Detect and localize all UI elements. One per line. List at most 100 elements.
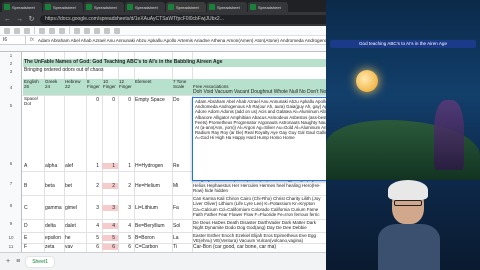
- row-number[interactable]: 2: [0, 61, 22, 66]
- cell-10-finger[interactable]: 3: [102, 205, 118, 211]
- row-number[interactable]: 4: [0, 85, 22, 90]
- zoom-select[interactable]: [39, 27, 45, 34]
- cell-associations[interactable]: De Deus HaDes Death Disaster DarthVader …: [192, 220, 326, 231]
- cell-associations[interactable]: Easter Esther Enoch Ezekiel Elijah Eros …: [192, 233, 326, 243]
- cell-tone[interactable]: Ti: [172, 244, 192, 250]
- row-number[interactable]: 9: [0, 221, 22, 226]
- header-hebrew[interactable]: Hebrew 22: [64, 79, 86, 95]
- cell-greek[interactable]: gamma: [44, 205, 64, 211]
- all-sheets-icon[interactable]: ≡: [16, 258, 20, 265]
- row-number[interactable]: 5: [0, 103, 22, 108]
- cell-10-finger[interactable]: 4: [102, 223, 118, 229]
- cell-hebrew[interactable]: bet: [64, 183, 86, 189]
- cell-element[interactable]: Be=Beryllium: [134, 223, 172, 229]
- header-12-finger[interactable]: 12 Finger: [118, 79, 134, 95]
- browser-tab[interactable]: Spreadsheet: [125, 2, 165, 12]
- row-number[interactable]: 8: [0, 203, 22, 208]
- browser-tab-active[interactable]: Spreadsheet: [166, 2, 206, 12]
- cell-english[interactable]: D: [23, 223, 44, 229]
- cell-12-finger[interactable]: 1: [118, 163, 134, 169]
- cell-tone[interactable]: Fa: [172, 205, 192, 211]
- cell-8-finger[interactable]: 3: [86, 205, 102, 211]
- cell-10-finger[interactable]: 2: [102, 183, 118, 189]
- cell-hebrew[interactable]: alef: [64, 163, 86, 169]
- header-10-finger[interactable]: 10 Finger: [102, 79, 118, 95]
- cell-associations[interactable]: Car-Bon (car good, car bone, car ma): [192, 244, 326, 250]
- cell-associations[interactable]: Can Karma Kali Chiron Cairo (Chi-Rho) Ch…: [192, 196, 326, 218]
- header-english[interactable]: English 26: [23, 79, 44, 95]
- cell-tone[interactable]: Sol: [172, 223, 192, 229]
- header-tone-scale[interactable]: 7 Tone Scale: [172, 79, 192, 95]
- header-greek[interactable]: Greek 24: [44, 79, 64, 95]
- add-sheet-icon[interactable]: +: [6, 258, 10, 265]
- cell-english[interactable]: A: [23, 163, 44, 169]
- cell-hebrew[interactable]: gimel: [64, 205, 86, 211]
- cell-hebrew[interactable]: dalet: [64, 223, 86, 229]
- cell-hebrew[interactable]: vav: [64, 244, 86, 250]
- sheet-subtitle[interactable]: Bringing ordered odors out of chaos: [23, 67, 326, 75]
- name-box[interactable]: I6: [0, 36, 26, 44]
- cell-greek[interactable]: delta: [44, 223, 64, 229]
- browser-tab[interactable]: Spreadsheet: [248, 2, 288, 12]
- bold-icon[interactable]: [74, 27, 80, 34]
- cell-8-finger[interactable]: 2: [86, 183, 102, 189]
- cell-tone[interactable]: Mi: [172, 183, 192, 189]
- cell-8-finger[interactable]: 5: [86, 235, 102, 241]
- cell-10-finger[interactable]: 0: [102, 97, 118, 103]
- row-number[interactable]: 10: [0, 235, 22, 240]
- cell-12-finger[interactable]: 4: [118, 223, 134, 229]
- text-color-icon[interactable]: [94, 27, 100, 34]
- cell-element[interactable]: Li=Lithium: [134, 205, 172, 211]
- cell-greek[interactable]: alpha: [44, 163, 64, 169]
- cell-english[interactable]: C: [23, 205, 44, 211]
- cell-associations[interactable]: Doh Void Vacuum Vacant Doughnut Whole Nu…: [192, 89, 326, 95]
- cell-english[interactable]: E: [23, 235, 44, 241]
- cell-8-finger[interactable]: 4: [86, 223, 102, 229]
- browser-tab[interactable]: Spreadsheet: [43, 2, 83, 12]
- cell-12-finger[interactable]: 2: [118, 183, 134, 189]
- cell-element[interactable]: Empty Space: [134, 97, 172, 103]
- cell-12-finger[interactable]: 6: [118, 244, 134, 250]
- cell-element[interactable]: H=Hydrogen: [134, 163, 172, 169]
- cell-12-finger[interactable]: 0: [118, 97, 134, 103]
- sheet-title[interactable]: The UnFable Names of God: God Teaching A…: [23, 59, 326, 67]
- undo-icon[interactable]: [4, 27, 10, 34]
- reload-icon[interactable]: ↻: [28, 15, 35, 23]
- sheet-tab[interactable]: Sheet1: [26, 256, 55, 267]
- redo-icon[interactable]: [14, 27, 20, 34]
- cell-tone[interactable]: Re: [172, 163, 192, 169]
- row-number[interactable]: 1: [0, 53, 22, 58]
- row-number[interactable]: 3: [0, 69, 22, 74]
- cell-english[interactable]: B: [23, 183, 44, 189]
- print-icon[interactable]: [24, 27, 30, 34]
- cell-10-finger[interactable]: 1: [102, 163, 118, 169]
- row-number[interactable]: 7: [0, 181, 22, 186]
- cell-tone[interactable]: Do: [172, 97, 192, 103]
- cell-10-finger[interactable]: 5: [102, 235, 118, 241]
- browser-tab[interactable]: Spreadsheet: [207, 2, 247, 12]
- cell-hebrew[interactable]: he: [64, 235, 86, 241]
- cell-greek[interactable]: zeta: [44, 244, 64, 250]
- cell-english[interactable]: F: [23, 244, 44, 250]
- cell-element[interactable]: He=Helium: [134, 183, 172, 189]
- row-number[interactable]: 6: [0, 161, 22, 166]
- currency-icon[interactable]: [49, 27, 55, 34]
- browser-tab[interactable]: Spreadsheet: [84, 2, 124, 12]
- percent-icon[interactable]: [59, 27, 65, 34]
- back-icon[interactable]: ←: [4, 16, 11, 23]
- cell-12-finger[interactable]: 5: [118, 235, 134, 241]
- row-number[interactable]: 11: [0, 244, 22, 249]
- cell-12-finger[interactable]: 3: [118, 205, 134, 211]
- cell-element[interactable]: C=Carbon: [134, 244, 172, 250]
- header-element[interactable]: Element: [134, 79, 172, 95]
- cell-8-finger[interactable]: 0: [86, 97, 102, 103]
- cell-8-finger[interactable]: 6: [86, 244, 102, 250]
- italic-icon[interactable]: [84, 27, 90, 34]
- borders-icon[interactable]: [114, 27, 120, 34]
- fill-color-icon[interactable]: [104, 27, 110, 34]
- browser-tab[interactable]: Spreadsheet: [2, 2, 42, 12]
- cell-english[interactable]: Space/ Dot: [23, 96, 44, 107]
- cell-10-finger[interactable]: 6: [102, 244, 118, 250]
- cell-element[interactable]: B=Boron: [134, 235, 172, 241]
- cell-greek[interactable]: epsilon: [44, 235, 64, 241]
